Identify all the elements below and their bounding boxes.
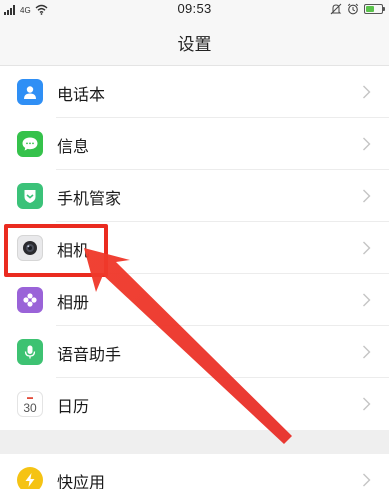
battery-level-fill [366, 6, 375, 12]
settings-item-label: 电话本 [57, 87, 106, 104]
voice-assistant-icon [17, 339, 43, 365]
message-icon [17, 131, 43, 157]
settings-item-camera[interactable]: 相机 [0, 222, 389, 274]
settings-item-label: 日历 [57, 399, 90, 416]
phone-manager-icon [17, 183, 43, 209]
settings-item-label: 相机 [57, 243, 90, 260]
calendar-day: 30 [23, 401, 37, 415]
chevron-right-icon [363, 189, 371, 203]
settings-item-label: 手机管家 [57, 191, 122, 208]
settings-item-album[interactable]: 相册 [0, 274, 389, 326]
settings-item-phone-manager[interactable]: 手机管家 [0, 170, 389, 222]
calendar-icon: ▬ 30 [17, 391, 43, 417]
chevron-right-icon [363, 85, 371, 99]
settings-item-label: 相册 [57, 295, 90, 312]
settings-list: 电话本 信息 手机管家 相机 相册 语音助手 ▬ 30 日历 快应用 [0, 66, 389, 489]
chevron-right-icon [363, 293, 371, 307]
chevron-right-icon [363, 345, 371, 359]
section-separator [0, 430, 389, 454]
chevron-right-icon [363, 473, 371, 487]
camera-icon [17, 235, 43, 261]
page-title: 设置 [177, 35, 212, 54]
header: 设置 [0, 18, 389, 66]
vibrate-icon [330, 3, 342, 15]
settings-item-contacts[interactable]: 电话本 [0, 66, 389, 118]
chevron-right-icon [363, 241, 371, 255]
status-bar: 4G 09:53 [0, 0, 389, 18]
settings-item-quick-app[interactable]: 快应用 [0, 454, 389, 489]
status-right [330, 2, 385, 16]
settings-item-messages[interactable]: 信息 [0, 118, 389, 170]
contacts-icon [17, 79, 43, 105]
settings-item-label: 信息 [57, 139, 90, 156]
chevron-right-icon [363, 397, 371, 411]
settings-item-calendar[interactable]: ▬ 30 日历 [0, 378, 389, 430]
settings-item-label: 语音助手 [57, 347, 122, 364]
settings-item-voice-assistant[interactable]: 语音助手 [0, 326, 389, 378]
battery-icon [364, 4, 385, 14]
alarm-icon [347, 3, 359, 15]
settings-item-label: 快应用 [57, 475, 106, 489]
quick-app-icon [17, 467, 43, 489]
album-icon [17, 287, 43, 313]
chevron-right-icon [363, 137, 371, 151]
